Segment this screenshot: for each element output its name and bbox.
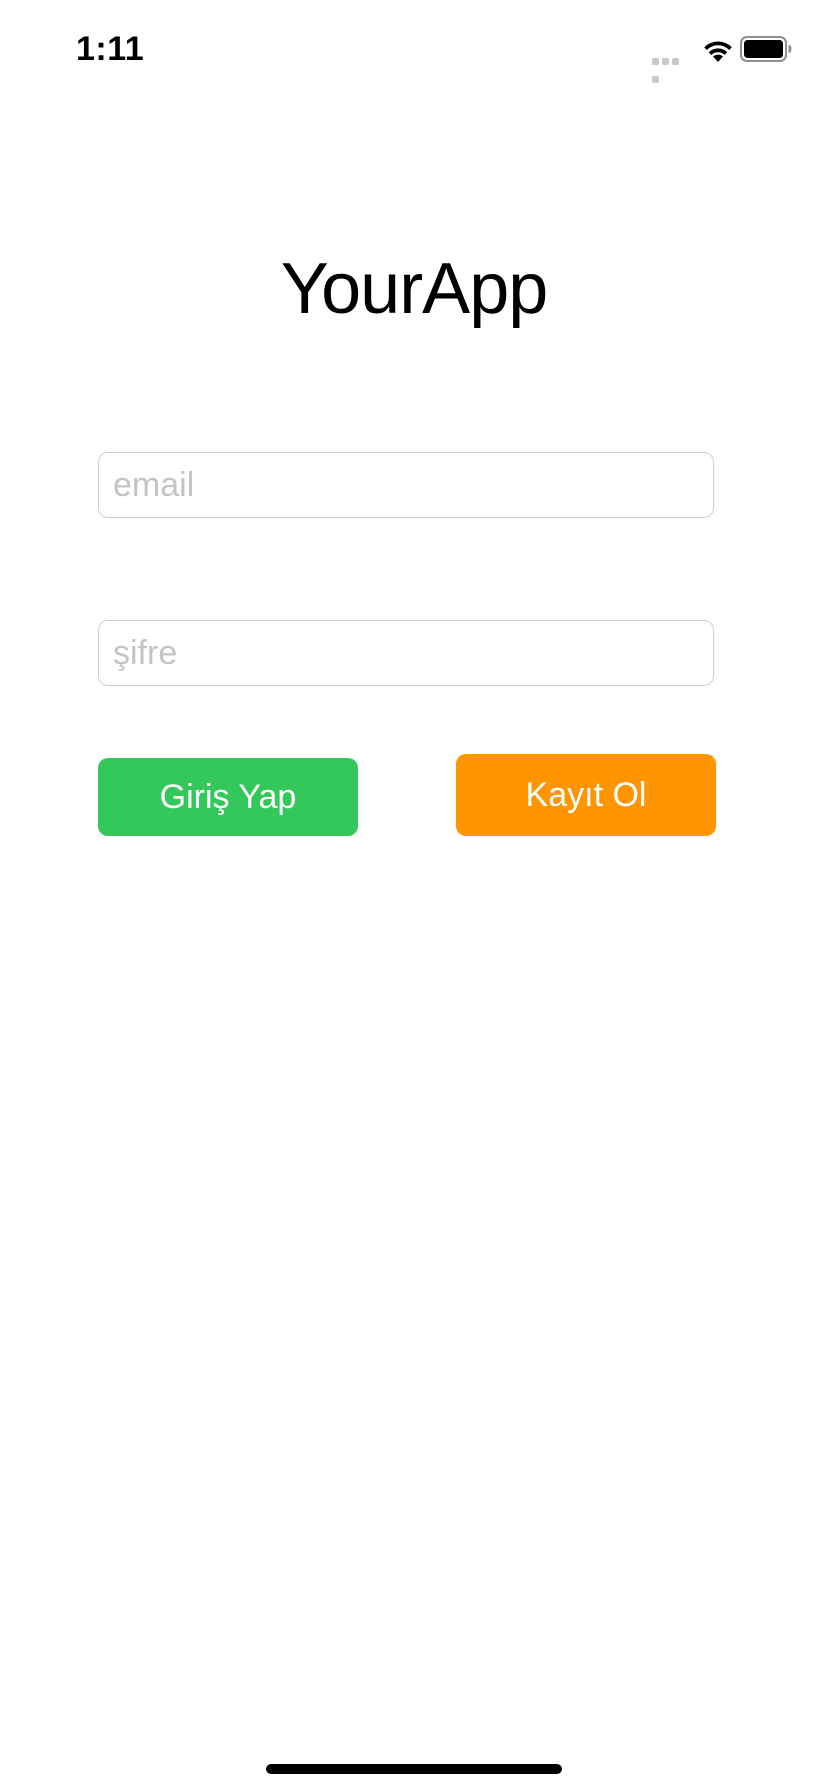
cellular-signal-icon [652,52,690,83]
status-bar: 1:11 [0,0,828,100]
email-field[interactable] [98,452,714,518]
home-indicator[interactable] [266,1764,562,1774]
wifi-icon [704,41,732,62]
login-button[interactable]: Giriş Yap [98,758,358,836]
register-button[interactable]: Kayıt Ol [456,754,716,836]
password-field[interactable] [98,620,714,686]
status-time: 1:11 [76,30,145,68]
battery-icon [740,36,792,62]
app-title: YourApp [280,249,549,329]
